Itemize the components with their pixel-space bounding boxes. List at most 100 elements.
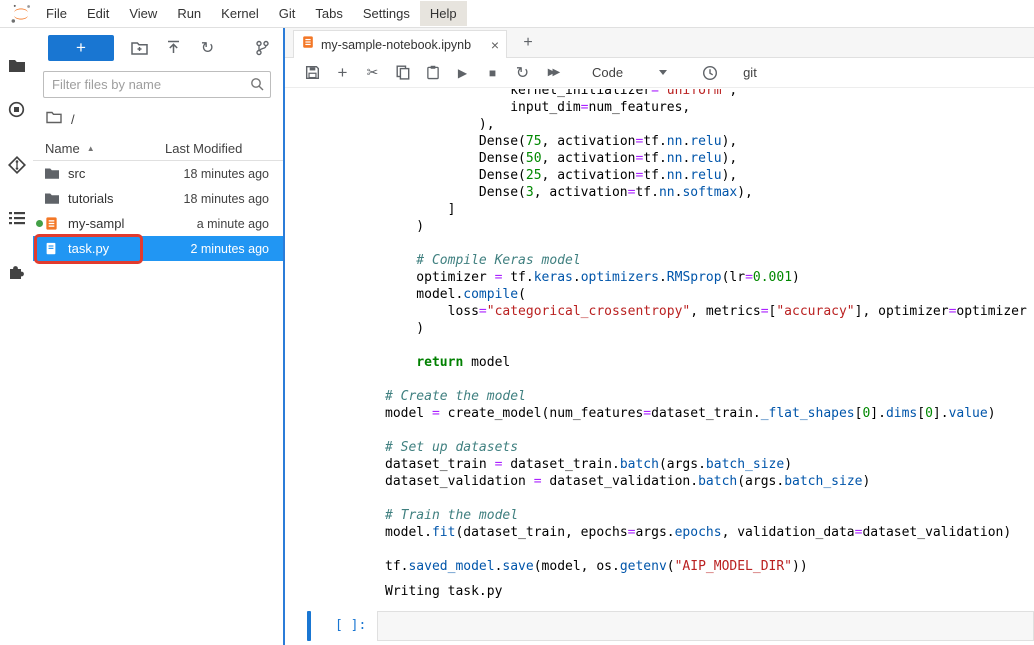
code-line: ), [385,116,1034,133]
file-icon [44,241,61,257]
dock-tab-bar: my-sample-notebook.ipynb × + [285,28,1034,58]
notebook-content: kernel_initializer="uniform", input_dim=… [285,89,1034,645]
upload-icon[interactable] [165,39,182,57]
jupyterlab-window: File Edit View Run Kernel Git Tabs Setti… [0,0,1034,645]
code-line [385,541,1034,558]
code-line: Dense(3, activation=tf.nn.softmax), [385,184,1034,201]
menu-edit[interactable]: Edit [77,1,119,26]
tab-my-sample-notebook[interactable]: my-sample-notebook.ipynb × [293,30,507,58]
code-line: Dense(25, activation=tf.nn.relu), [385,167,1034,184]
file-modified: a minute ago [165,217,283,231]
empty-cell-editor[interactable] [377,611,1034,641]
menu-view[interactable]: View [119,1,167,26]
notebook-icon [44,216,61,232]
code-line: optimizer = tf.keras.optimizers.RMSprop(… [385,269,1034,286]
new-folder-icon[interactable] [131,39,148,57]
insert-cell-icon[interactable]: + [334,64,351,82]
code-line [385,490,1034,507]
menu-tabs[interactable]: Tabs [305,1,352,26]
file-list-header: Name ▲ Last Modified [33,137,283,161]
menu-kernel[interactable]: Kernel [211,1,269,26]
code-line [385,422,1034,439]
code-line: dataset_train = dataset_train.batch(args… [385,456,1034,473]
code-line [385,235,1034,252]
menu-file[interactable]: File [36,1,77,26]
menubar: File Edit View Run Kernel Git Tabs Setti… [0,0,1034,28]
new-launcher-button[interactable]: + [48,35,114,61]
menu-run[interactable]: Run [167,1,211,26]
code-line: tf.saved_model.save(model, os.getenv("AI… [385,558,1034,575]
code-line [385,371,1034,388]
active-cell-indicator [307,611,311,641]
running-kernels-icon[interactable] [0,96,33,122]
close-icon[interactable]: × [491,38,499,52]
menu-git[interactable]: Git [269,1,306,26]
file-name: task.py [68,241,109,256]
code-line: model.compile( [385,286,1034,303]
code-line: # Set up datasets [385,439,1034,456]
code-line: model = create_model(num_features=datase… [385,405,1034,422]
code-line: # Create the model [385,388,1034,405]
git-toolbar-label[interactable]: git [743,65,757,80]
code-line: dataset_validation = dataset_validation.… [385,473,1034,490]
search-icon [250,77,264,96]
table-of-contents-icon[interactable] [0,205,33,231]
folder-icon [44,191,61,207]
file-row-tutorials[interactable]: tutorials 18 minutes ago [33,186,283,211]
cell-type-dropdown[interactable]: Code [592,65,667,80]
code-line: Dense(75, activation=tf.nn.relu), [385,133,1034,150]
paste-cells-icon[interactable] [424,64,441,82]
breadcrumb-root: / [71,112,75,127]
file-browser-toolbar: + ↻ [33,34,283,62]
code-line: # Compile Keras model [385,252,1034,269]
cell-output: Writing task.py [385,584,502,599]
file-browser-icon[interactable] [0,52,33,78]
breadcrumb[interactable]: / [46,109,283,129]
file-row-task-py[interactable]: task.py 2 minutes ago [33,236,283,261]
restart-run-all-icon[interactable]: ▶▶ [544,64,561,82]
refresh-icon[interactable]: ↻ [199,39,216,57]
save-icon[interactable] [304,64,321,82]
execution-time-icon[interactable] [702,65,718,81]
copy-cells-icon[interactable] [394,64,411,82]
run-cell-icon[interactable]: ▶ [454,64,471,82]
menu-help[interactable]: Help [420,1,467,26]
code-line: return model [385,354,1034,371]
git-icon[interactable] [0,152,33,178]
file-row-src[interactable]: src 18 minutes ago [33,161,283,186]
tab-label: my-sample-notebook.ipynb [321,38,485,52]
column-name[interactable]: Name [45,141,80,156]
column-last-modified[interactable]: Last Modified [165,141,283,156]
sort-ascending-icon: ▲ [87,144,95,153]
code-line: # Train the model [385,507,1034,524]
code-line [385,337,1034,354]
menu-settings[interactable]: Settings [353,1,420,26]
code-line: ] [385,201,1034,218]
cell-prompt: [ ]: [335,618,366,633]
notebook-icon [301,35,315,54]
cut-cells-icon[interactable]: ✂ [364,64,381,82]
code-line: model.fit(dataset_train, epochs=args.epo… [385,524,1034,541]
code-line: Dense(50, activation=tf.nn.relu), [385,150,1034,167]
file-modified: 18 minutes ago [165,167,283,181]
file-row-my-sample-notebook[interactable]: my-sampl a minute ago [33,211,283,236]
git-clone-icon[interactable] [254,39,271,57]
file-name: src [68,166,85,181]
filter-files-input[interactable] [43,71,271,98]
folder-icon [46,111,62,127]
file-name: tutorials [68,191,114,206]
notebook-toolbar: + ✂ ▶ ■ ↻ ▶▶ Code [285,58,1034,88]
chevron-down-icon [659,70,667,75]
code-line: ) [385,320,1034,337]
stop-kernel-icon[interactable]: ■ [484,64,501,82]
new-tab-button[interactable]: + [517,32,539,54]
file-modified: 18 minutes ago [165,192,283,206]
file-name: my-sampl [68,216,124,231]
code-editor[interactable]: kernel_initializer="uniform", input_dim=… [385,89,1034,575]
extensions-icon[interactable] [0,258,33,284]
main-area: my-sample-notebook.ipynb × + + ✂ [285,28,1034,645]
code-line: ) [385,218,1034,235]
filter-files-field [43,71,271,98]
restart-kernel-icon[interactable]: ↻ [514,64,531,82]
code-line: input_dim=num_features, [385,99,1034,116]
